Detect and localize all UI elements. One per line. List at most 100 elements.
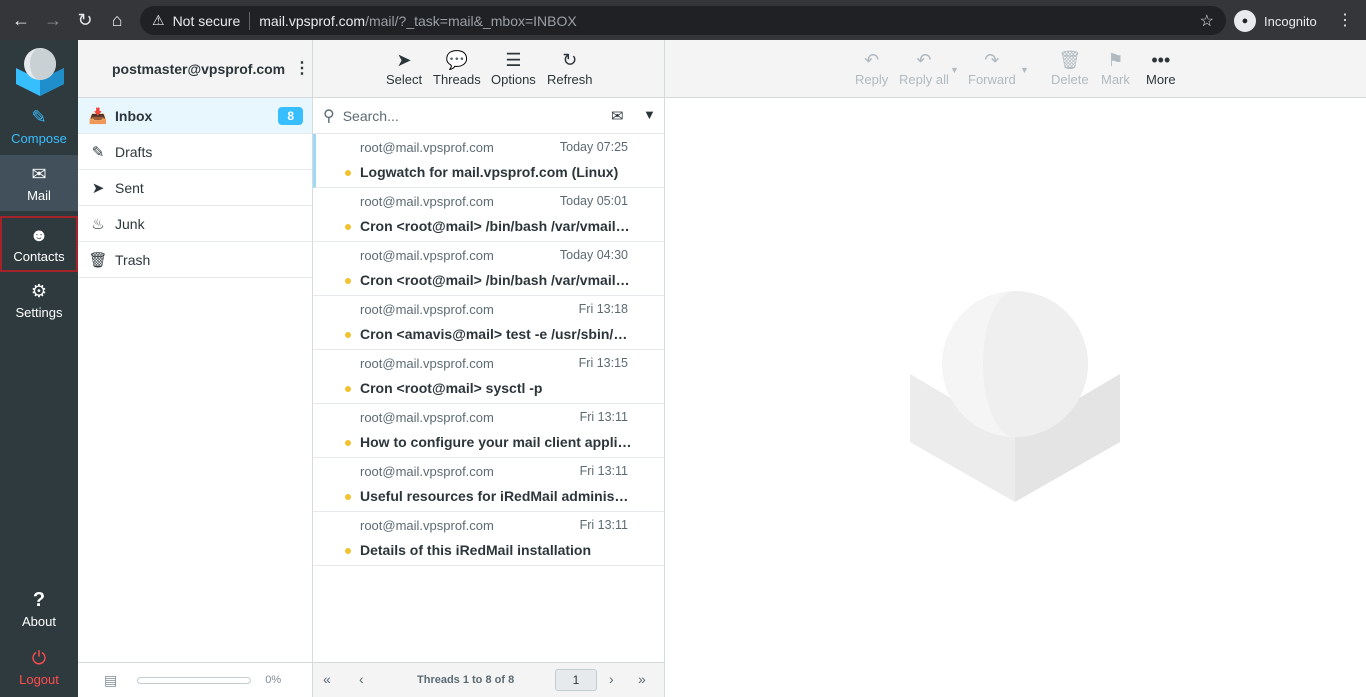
warning-icon: ⚠ [152, 12, 165, 28]
omnibox-separator [249, 11, 251, 30]
nav-settings[interactable]: ⚙ Settings [0, 272, 78, 328]
refresh-icon: ↻ [562, 50, 578, 70]
message-date: Fri 13:11 [579, 410, 628, 424]
browser-chrome: ← → ↻ ⌂ ⚠ Not secure mail.vpsprof.com /m… [0, 0, 1366, 40]
refresh-button[interactable]: ↻ Refresh [547, 48, 593, 87]
nav-contacts[interactable]: ☻ Contacts [0, 216, 78, 272]
folder-junk[interactable]: ♨ Junk [78, 206, 312, 242]
message-subject: Cron <root@mail> sysctl -p [360, 380, 543, 396]
folder-sent[interactable]: ➤ Sent [78, 170, 312, 206]
unread-dot [345, 332, 351, 338]
message-row[interactable]: root@mail.vpsprof.com Fri 13:11 Details … [313, 512, 664, 566]
list-toolbar: ➤ Select 💬 Threads ☰ Options ↻ Refresh [313, 40, 664, 98]
message-row[interactable]: root@mail.vpsprof.com Today 04:30 Cron <… [313, 242, 664, 296]
message-date: Fri 13:18 [578, 302, 628, 316]
address-bar[interactable]: ⚠ Not secure mail.vpsprof.com /mail/?_ta… [140, 6, 1226, 35]
folder-actions-icon[interactable]: ⋮ [294, 58, 310, 78]
delete-label: Delete [1051, 72, 1089, 87]
gear-icon: ⚙ [30, 281, 48, 301]
nav-logout[interactable]: ⏻ Logout [0, 639, 78, 695]
message-date: Today 07:25 [559, 140, 628, 154]
message-row[interactable]: root@mail.vpsprof.com Today 07:25 Logwat… [313, 134, 664, 188]
nav-mail[interactable]: ✉ Mail [0, 155, 78, 211]
forward-dropdown-icon[interactable]: ▼ [1020, 65, 1029, 75]
folder-inbox[interactable]: 📥 Inbox 8 [78, 98, 312, 134]
first-page-icon[interactable]: « [323, 671, 331, 687]
search-bar: ⚲ ✉ ▼ [313, 98, 664, 134]
envelope-icon: ✉ [31, 164, 47, 184]
message-row[interactable]: root@mail.vpsprof.com Fri 13:11 How to c… [313, 404, 664, 458]
message-row[interactable]: root@mail.vpsprof.com Fri 13:11 Useful r… [313, 458, 664, 512]
search-input[interactable] [342, 107, 583, 124]
roundcube-logo [16, 48, 64, 96]
message-subject: Cron <amavis@mail> test -e /usr/sbin/a..… [360, 326, 632, 342]
threads-label: Threads [433, 72, 481, 87]
url-host: mail.vpsprof.com [259, 12, 366, 29]
reply-button[interactable]: ↶ Reply [855, 48, 888, 87]
nav-about[interactable]: ? About [0, 581, 78, 637]
forward-icon[interactable]: → [42, 9, 64, 31]
reply-icon: ↶ [864, 50, 880, 70]
forward-button[interactable]: ↷ Forward [968, 48, 1016, 87]
message-from: root@mail.vpsprof.com [360, 302, 494, 317]
message-date: Fri 13:15 [578, 356, 628, 370]
nav-compose[interactable]: ✎ Compose [0, 98, 78, 154]
folder-drafts[interactable]: ✎ Drafts [78, 134, 312, 170]
bookmark-star-icon[interactable]: ☆ [1200, 11, 1214, 31]
users-icon: ☻ [29, 225, 49, 245]
nav-compose-label: Compose [11, 131, 67, 146]
main-nav: ✎ Compose ✉ Mail ☻ Contacts ⚙ Settings ?… [0, 40, 78, 697]
prev-page-icon[interactable]: ‹ [359, 671, 364, 687]
reply-all-button[interactable]: ↶ Reply all [899, 48, 949, 87]
folder-trash[interactable]: 🗑 Trash [78, 242, 312, 278]
last-page-icon[interactable]: » [638, 671, 646, 687]
more-label: More [1146, 72, 1176, 87]
browser-menu-icon[interactable]: ⋮ [1337, 10, 1353, 30]
nav-mail-label: Mail [27, 188, 51, 203]
message-date: Fri 13:11 [579, 518, 628, 532]
folder-label: Junk [115, 215, 145, 232]
folder-label: Trash [115, 251, 151, 268]
page-number-input[interactable]: 1 [555, 669, 597, 691]
message-subject: Cron <root@mail> /bin/bash /var/vmail/b.… [360, 272, 632, 288]
thread-count: Threads 1 to 8 of 8 [417, 674, 515, 686]
hard-drive-icon: ▤ [104, 671, 118, 688]
comments-icon: 💬 [445, 50, 469, 70]
next-page-icon[interactable]: › [609, 671, 614, 687]
power-icon: ⏻ [31, 648, 47, 668]
reply-all-dropdown-icon[interactable]: ▼ [950, 65, 959, 75]
unread-dot [345, 224, 351, 230]
reply-all-label: Reply all [899, 72, 949, 87]
message-list-panel: ➤ Select 💬 Threads ☰ Options ↻ Refresh ⚲… [313, 40, 665, 697]
mark-button[interactable]: ⚑ Mark [1101, 48, 1130, 87]
message-row[interactable]: root@mail.vpsprof.com Fri 13:18 Cron <am… [313, 296, 664, 350]
back-icon[interactable]: ← [10, 9, 32, 31]
threads-button[interactable]: 💬 Threads [433, 48, 481, 87]
delete-button[interactable]: 🗑 Delete [1051, 48, 1089, 87]
message-date: Today 04:30 [559, 248, 628, 262]
url-path: /mail/?_task=mail&_mbox=INBOX [365, 12, 577, 29]
watermark-logo [910, 291, 1120, 502]
search-icon[interactable]: ⚲ [323, 106, 335, 126]
unread-dot [345, 494, 351, 500]
message-from: root@mail.vpsprof.com [360, 140, 494, 155]
incognito-indicator[interactable]: ● Incognito [1234, 8, 1317, 34]
search-scope-icon[interactable]: ✉ [611, 107, 624, 125]
more-button[interactable]: ••• More [1146, 48, 1176, 87]
tag-icon: ⚑ [1107, 50, 1124, 70]
home-icon[interactable]: ⌂ [106, 9, 128, 31]
message-subject: Cron <root@mail> /bin/bash /var/vmail/b.… [360, 218, 632, 234]
compose-icon: ✎ [31, 107, 47, 127]
unread-badge: 8 [278, 107, 303, 125]
message-row[interactable]: root@mail.vpsprof.com Today 05:01 Cron <… [313, 188, 664, 242]
pencil-icon: ✎ [91, 143, 105, 161]
select-button[interactable]: ➤ Select [386, 48, 422, 87]
nav-logout-label: Logout [19, 672, 59, 687]
folders-panel: postmaster@vpsprof.com ⋮ 📥 Inbox 8 ✎ Dra… [78, 40, 313, 697]
reload-icon[interactable]: ↻ [74, 9, 96, 31]
more-icon: ••• [1151, 50, 1171, 70]
message-row[interactable]: root@mail.vpsprof.com Fri 13:15 Cron <ro… [313, 350, 664, 404]
folder-label: Drafts [115, 143, 153, 160]
options-button[interactable]: ☰ Options [491, 48, 536, 87]
chevron-down-icon[interactable]: ▼ [643, 107, 656, 122]
